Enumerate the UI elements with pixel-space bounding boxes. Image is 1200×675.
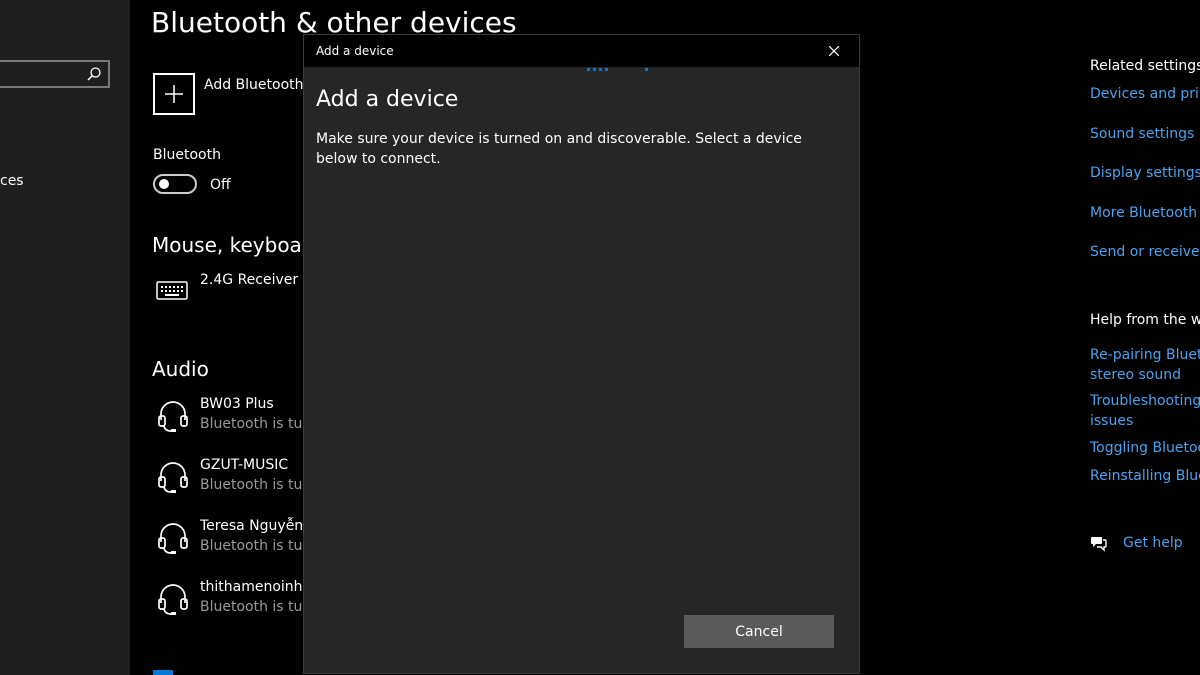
help-heading: Help from the we [1090, 312, 1200, 328]
get-help-link[interactable]: Get help [1123, 535, 1183, 551]
bluetooth-label: Bluetooth [153, 147, 221, 163]
headset-icon [158, 462, 188, 493]
link-display-settings[interactable]: Display settings [1090, 163, 1200, 183]
progress-dots [587, 68, 657, 71]
headset-icon [158, 584, 188, 615]
link-more-bluetooth[interactable]: More Bluetooth o [1090, 203, 1200, 223]
device-name: BW03 Plus [200, 396, 274, 412]
link-line: Troubleshooting N [1090, 393, 1200, 409]
mouse-keyboard-heading: Mouse, keyboard [152, 233, 323, 257]
device-audio-3[interactable]: Teresa Nguyễn Bluetooth is turn [155, 518, 325, 566]
toggle-knob [159, 179, 169, 189]
device-status: Bluetooth is turn [200, 538, 317, 554]
link-troubleshooting[interactable]: Troubleshooting N issues [1090, 391, 1200, 431]
device-audio-4[interactable]: thithamenoinho Bluetooth is turn [155, 579, 325, 627]
headset-icon [158, 401, 188, 432]
keyboard-icon [156, 281, 188, 300]
device-name: 2.4G Receiver [200, 272, 299, 288]
related-settings-pane: Related settings Devices and print Sound… [1090, 0, 1200, 675]
add-bluetooth-button[interactable] [153, 73, 195, 115]
settings-window: ces Bluetooth & other devices Add Blueto… [0, 0, 1200, 675]
device-status: Bluetooth is turn [200, 477, 317, 493]
link-toggling[interactable]: Toggling Bluetoot [1090, 438, 1200, 458]
link-line: Re-pairing Blueto [1090, 347, 1200, 363]
search-icon[interactable] [86, 66, 102, 82]
search-input[interactable] [0, 60, 110, 88]
headset-icon [158, 523, 188, 554]
related-settings-heading: Related settings [1090, 58, 1200, 74]
nav-pane: ces [0, 0, 130, 675]
bluetooth-state: Off [210, 177, 231, 193]
progress-dot [587, 68, 590, 71]
add-bluetooth-label[interactable]: Add Bluetooth o [204, 77, 317, 93]
cancel-button[interactable]: Cancel [684, 615, 834, 648]
dialog-description: Make sure your device is turned on and d… [316, 131, 802, 167]
chat-help-icon [1091, 537, 1107, 552]
dialog-window-title: Add a device [316, 44, 394, 58]
link-line: issues [1090, 413, 1134, 429]
link-sound-settings[interactable]: Sound settings [1090, 124, 1194, 144]
audio-heading: Audio [152, 357, 209, 381]
dialog-heading: Add a device [316, 87, 459, 112]
link-devices-printers[interactable]: Devices and print [1090, 84, 1200, 104]
progress-dot [593, 68, 596, 71]
checkbox-edge[interactable] [153, 670, 173, 675]
device-name: GZUT-MUSIC [200, 457, 289, 473]
link-send-receive[interactable]: Send or receive fi [1090, 242, 1200, 262]
device-name: Teresa Nguyễn [200, 518, 304, 534]
dialog-titlebar[interactable]: Add a device [304, 35, 859, 67]
device-status: Bluetooth is turn [200, 416, 317, 432]
bluetooth-toggle[interactable] [153, 174, 197, 194]
device-audio-1[interactable]: BW03 Plus Bluetooth is turn [155, 396, 325, 444]
progress-dot [645, 68, 648, 71]
link-line: stereo sound [1090, 367, 1181, 383]
link-repairing[interactable]: Re-pairing Blueto stereo sound [1090, 345, 1200, 385]
progress-dot [605, 68, 608, 71]
device-name: thithamenoinho [200, 579, 312, 595]
close-icon [829, 46, 839, 56]
device-audio-2[interactable]: GZUT-MUSIC Bluetooth is turn [155, 457, 325, 505]
device-status: Bluetooth is turn [200, 599, 317, 615]
device-receiver[interactable]: 2.4G Receiver [155, 272, 325, 320]
plus-icon [165, 85, 183, 103]
nav-item-devices[interactable]: ces [0, 173, 24, 189]
link-reinstalling[interactable]: Reinstalling Bluet [1090, 466, 1200, 486]
add-device-dialog: Add a device Add a device Make sure your… [304, 35, 859, 673]
close-button[interactable] [817, 39, 851, 63]
progress-dot [599, 68, 602, 71]
